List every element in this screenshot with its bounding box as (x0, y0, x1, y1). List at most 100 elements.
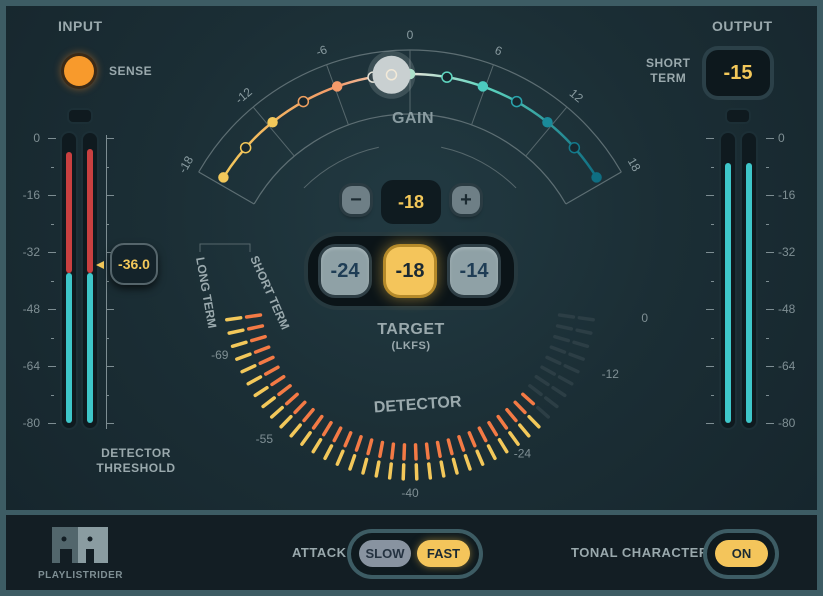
detector-short-term-segment (332, 426, 343, 443)
gain-scale-label: 0 (407, 28, 414, 42)
attack-label: ATTACK (292, 545, 347, 560)
detector-short-term-segment (540, 365, 557, 376)
detector-short-term-segment (549, 345, 567, 354)
inner-ring-right (441, 146, 517, 189)
detector-short-term-segment (366, 438, 374, 456)
detector-long-term-segment (361, 457, 369, 475)
detector-long-term-segment (568, 352, 585, 361)
detector-long-term-segment (230, 340, 248, 349)
target-option-minus14[interactable]: -14 (450, 247, 498, 295)
gain-knob (372, 55, 411, 94)
detector-short-term-segment (487, 420, 499, 437)
detector-scale-label: -69 (211, 348, 229, 362)
detector-short-term-segment (378, 440, 385, 458)
gain-decrease-button[interactable]: − (342, 186, 370, 214)
plus-icon: + (460, 188, 472, 211)
attack-fast-option[interactable]: FAST (417, 540, 470, 567)
detector-short-term-segment (354, 435, 363, 452)
detector-short-term-segment (513, 400, 527, 415)
detector-short-term-segment (557, 313, 576, 319)
gain-scale-label: -12 (232, 85, 255, 107)
detector-long-term-segment (497, 437, 509, 454)
detector-short-term-segment (435, 440, 442, 458)
detector-short-term-segment (253, 345, 271, 354)
gain-scale-tick (326, 64, 349, 126)
detector-long-term-segment (427, 462, 433, 480)
target-unit: (LKFS) (391, 340, 431, 352)
detector-short-term-segment (553, 334, 571, 343)
detector-long-term-segment (475, 449, 485, 466)
detector-short-term-segment (521, 392, 536, 406)
tonal-character-on-button[interactable]: ON (715, 540, 768, 567)
inner-ring-left (303, 146, 379, 189)
detector-long-term-segment (335, 449, 345, 466)
gain-scale-label: -6 (314, 42, 329, 59)
detector-long-term-segment (518, 423, 531, 438)
playlistrider-logo-icon (52, 527, 108, 563)
detector-short-term-segment (249, 334, 267, 343)
detector-long-term-segment (374, 460, 381, 478)
attack-slow-option[interactable]: SLOW (359, 540, 411, 567)
detector-long-term-segment (527, 414, 541, 429)
detector-long-term-segment (575, 328, 593, 335)
detector-scale-label: -40 (401, 486, 419, 500)
gain-value-display: -18 (381, 180, 441, 224)
target-option-minus24[interactable]: -24 (321, 247, 369, 295)
long-term-label: LONG TERM (193, 256, 219, 329)
gain-step-dot (239, 141, 252, 154)
gain-title: GAIN (392, 110, 434, 127)
detector-short-term-segment (467, 431, 477, 448)
detector-long-term-segment (486, 444, 497, 461)
gain-increase-button[interactable]: + (452, 186, 480, 214)
gain-step-dot (542, 116, 553, 128)
detector-short-term-segment (284, 392, 299, 406)
detector-long-term-segment (536, 405, 551, 419)
detector-long-term-segment (289, 423, 302, 438)
detector-short-term-segment (244, 313, 263, 319)
gain-step-dot (267, 116, 278, 128)
detector-long-term-segment (261, 396, 276, 409)
detector-short-term-segment (302, 408, 315, 423)
tonal-character-label: TONAL CHARACTER (571, 545, 709, 560)
detector-long-term-segment (279, 414, 293, 429)
detector-long-term-segment (227, 328, 245, 335)
detector-long-term-segment (401, 463, 406, 481)
detector-short-term-segment (321, 420, 333, 437)
detector-short-term-segment (528, 384, 543, 397)
detector-short-term-segment (402, 443, 407, 461)
main-panel: INPUT SENSE 0 -16 -32 -48 -64 -80 -36.0 DETEC… (6, 6, 817, 510)
detector-long-term-segment (557, 375, 574, 386)
detector-long-term-segment (300, 431, 312, 446)
detector-short-term-segment (545, 355, 562, 366)
detector-scale-label: -12 (602, 367, 620, 381)
detector-long-term-segment (253, 385, 269, 398)
detector-long-term-segment (508, 431, 520, 446)
detector-short-term-segment (277, 384, 292, 397)
detector-long-term-segment (225, 316, 243, 322)
gain-step-dot (297, 95, 310, 108)
detector-long-term-segment (348, 454, 357, 471)
detector-short-term-segment (311, 414, 324, 430)
detector-scale-label: -55 (256, 432, 274, 446)
gain-step-dot (331, 81, 343, 92)
detector-title: DETECTOR (373, 393, 462, 416)
detector-short-term-segment (263, 365, 280, 376)
gain-scale-label: 18 (625, 155, 644, 174)
detector-short-term-segment (496, 414, 509, 430)
detector-short-term-segment (293, 400, 307, 415)
detector-long-term-segment (414, 463, 419, 481)
detector-long-term-segment (551, 385, 567, 398)
detector-short-term-segment (246, 324, 265, 331)
detector-long-term-segment (439, 460, 446, 478)
detector-long-term-segment (235, 352, 252, 361)
detector-short-term-segment (446, 438, 454, 456)
detector-long-term-segment (451, 457, 459, 475)
target-option-minus18[interactable]: -18 (386, 247, 434, 295)
detector-long-term-segment (240, 364, 257, 374)
gain-step-dot (510, 95, 523, 108)
ladder-bracket (199, 243, 251, 252)
gain-scale-tick (252, 106, 295, 157)
detector-long-term-segment (572, 340, 590, 349)
gain-step-dot (477, 81, 489, 92)
short-term-ladder-label: SHORT TERM (247, 254, 292, 332)
